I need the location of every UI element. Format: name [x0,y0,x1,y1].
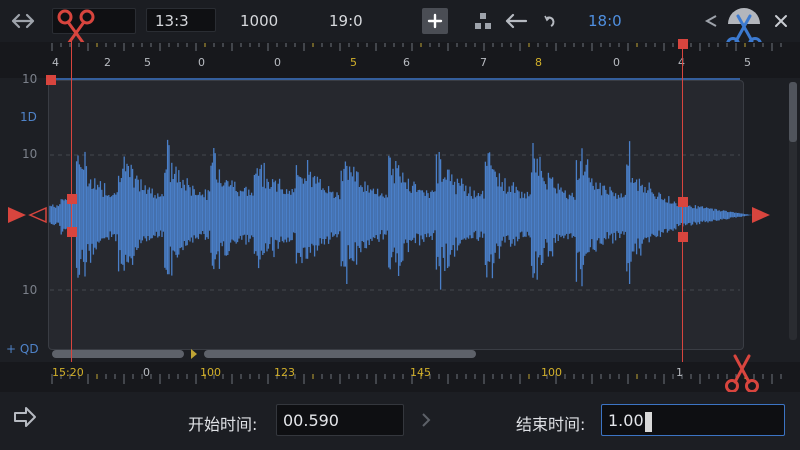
end-time-value: 1.00 [608,411,644,430]
toolbar-value-box-2[interactable]: 13:3 [146,8,216,32]
bottom-ruler-label: 145 [410,366,431,379]
start-handle[interactable] [67,227,77,237]
end-time-input[interactable]: 1.00 [601,404,785,436]
bottom-ruler-label: 15:20 [52,366,84,379]
vertical-scrollbar-thumb[interactable] [789,82,797,142]
y-axis-label: 10 [22,72,38,86]
chevron-right-icon[interactable] [420,412,432,432]
scrollbar-thumb-right[interactable] [204,350,476,358]
start-time-label: 开始时间: [188,415,258,434]
bottom-ruler-label: 0 [143,366,150,379]
add-icon[interactable] [422,8,448,34]
left-playhead-arrow-icon [8,207,26,223]
expand-horizontal-icon[interactable] [10,10,36,32]
bottom-ruler[interactable]: 15:20 0 100 123 145 100 1 [0,362,800,392]
scissors-end-bottom-icon[interactable] [724,354,760,394]
start-time-input[interactable]: 00.590 [276,404,404,436]
start-handle[interactable] [67,194,77,204]
bottom-ruler-label: 100 [541,366,562,379]
end-marker-line[interactable] [682,44,683,389]
arrow-left-icon[interactable] [503,8,529,34]
toolbar-value-1000: 1000 [240,12,279,30]
y-axis-label: + QD [6,342,39,356]
hierarchy-icon[interactable] [470,8,496,34]
close-icon[interactable] [768,8,794,34]
bottom-ruler-label: 100 [200,366,221,379]
text-caret [644,411,652,432]
y-axis-label: 10 [22,147,38,161]
y-axis-label: 10 [22,283,38,297]
export-arrow-icon[interactable] [12,406,38,428]
end-handle[interactable] [678,197,688,207]
start-marker-line[interactable] [71,40,72,385]
right-playhead-arrow-icon [752,207,770,223]
start-top-handle[interactable] [46,75,56,85]
bottom-ruler-label: 1 [676,366,683,379]
bottom-ruler-label: 123 [274,366,295,379]
toolbar-right-time: 18:0 [588,12,622,30]
undo-icon[interactable] [537,8,563,34]
end-handle[interactable] [678,232,688,242]
y-axis-label: 1D [20,110,37,124]
end-time-label: 结束时间: [516,415,586,434]
end-top-handle[interactable] [678,39,688,49]
waveform-canvas[interactable] [0,60,800,380]
toolbar-time: 19:0 [329,12,363,30]
collapse-icon[interactable] [698,8,724,34]
